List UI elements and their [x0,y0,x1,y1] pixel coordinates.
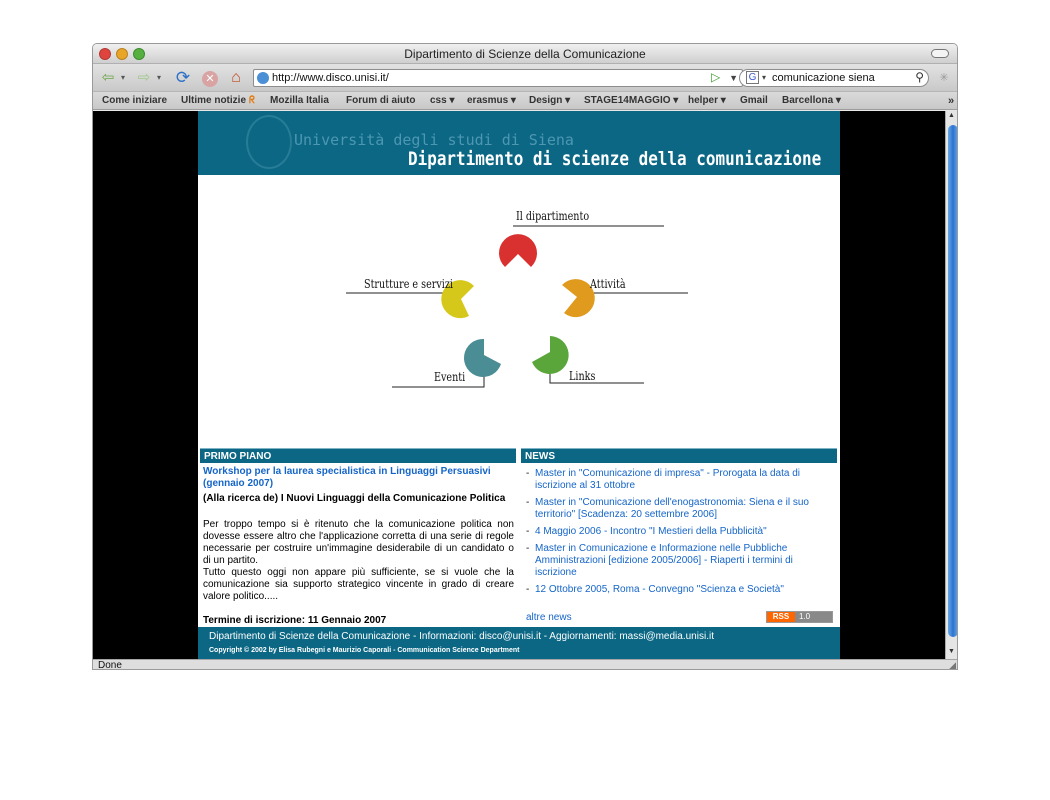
bookmark-ultime-notizie[interactable]: Ultime notizie [181,92,246,110]
primo-piano-panel: PRIMO PIANO Workshop per la laurea speci… [200,448,516,627]
scroll-up-arrow-icon[interactable]: ▲ [948,112,955,119]
rss-feed-badge[interactable]: RSS 1.0 [766,611,833,623]
toolbar-toggle-button[interactable] [931,49,949,58]
primo-piano-heading: PRIMO PIANO [200,448,516,463]
back-history-dropdown-icon[interactable]: ▾ [119,69,127,87]
search-field[interactable]: G ▾ comunicazione siena ⚲ [739,69,929,87]
primo-piano-body-2: Tutto questo oggi non appare più suffici… [203,567,514,602]
university-name: Università degli studi di Siena [294,131,574,149]
google-search-engine-icon[interactable]: G [746,71,759,84]
menu-link-dipartimento[interactable]: Il dipartimento [516,209,589,223]
go-icon[interactable]: ▷ [711,70,727,86]
altre-news-link[interactable]: altre news [526,612,572,623]
bookmark-come-iniziare[interactable]: Come iniziare [102,92,167,110]
rss-badge-label: RSS [767,612,795,622]
resize-grip-icon[interactable]: ◢ [949,660,956,669]
bookmark-folder-stage14maggio[interactable]: STAGE14MAGGIO ▾ [584,92,678,110]
bookmark-folder-design[interactable]: Design ▾ [529,92,570,110]
footer-contacts: Dipartimento di Scienze della Comunicazi… [209,631,714,642]
bookmark-folder-css[interactable]: css ▾ [430,92,454,110]
bookmark-mozilla-italia[interactable]: Mozilla Italia [270,92,329,110]
url-field[interactable]: http://www.disco.unisi.it/ ▼ [253,69,743,87]
page-viewport: Università degli studi di Siena Dipartim… [93,111,945,659]
bookmark-folder-barcellona[interactable]: Barcellona ▾ [782,92,841,110]
primo-piano-body-1: Per troppo tempo si è ritenuto che la co… [203,519,514,566]
back-arrow-icon[interactable]: ⇦ [97,69,119,87]
forward-arrow-icon[interactable]: ⇨ [133,69,155,87]
menu-link-strutture[interactable]: Strutture e servizi [364,277,453,291]
url-dropdown-icon[interactable]: ▼ [729,70,738,86]
bookmarks-toolbar: Come iniziare Ultime notizie ᖇ Mozilla I… [93,92,957,110]
menu-link-links[interactable]: Links [569,369,595,383]
menu-link-attivita[interactable]: Attività [590,277,626,291]
university-seal-logo [246,115,292,169]
bookmarks-overflow-chevron-icon[interactable]: » [948,92,954,110]
vertical-scrollbar[interactable]: ▲ ▼ [945,111,957,659]
rss-badge-version: 1.0 [795,612,832,622]
news-item[interactable]: Master in "Comunicazione dell'enogastron… [521,497,837,521]
news-list: Master in "Comunicazione di impresa" - P… [521,468,837,596]
news-item[interactable]: 4 Maggio 2006 - Incontro "I Mestieri del… [521,526,837,538]
scrollbar-thumb[interactable] [948,125,957,637]
news-item[interactable]: Master in "Comunicazione di impresa" - P… [521,468,837,492]
browser-window: Dipartimento di Scienze della Comunicazi… [92,43,958,670]
pie-icon-links[interactable] [532,336,569,374]
reload-icon[interactable]: ⟳ [173,69,193,87]
primo-piano-subtitle: (Alla ricerca de) I Nuovi Linguaggi dell… [203,493,506,504]
site-banner: Università degli studi di Siena Dipartim… [198,111,840,175]
stop-icon[interactable]: ✕ [201,69,219,87]
pie-icon-dipartimento[interactable] [499,234,537,267]
status-bar: Done ◢ [93,659,957,670]
web-page: Università degli studi di Siena Dipartim… [198,111,840,659]
department-title: Dipartimento di scienze della comunicazi… [408,148,822,170]
search-icon[interactable]: ⚲ [915,69,924,85]
news-item[interactable]: 12 Ottobre 2005, Roma - Convegno "Scienz… [521,584,837,596]
primo-piano-deadline: Termine di iscrizione: 11 Gennaio 2007 [203,615,387,626]
search-engine-dropdown-icon[interactable]: ▾ [762,70,766,86]
rss-feed-icon: ᖇ [249,95,255,106]
scroll-down-arrow-icon[interactable]: ▼ [948,648,955,655]
navigation-toolbar: ⇦ ▾ ⇨ ▾ ⟳ ✕ ⌂ http://www.disco.unisi.it/… [93,64,957,92]
site-globe-icon [257,72,269,84]
primo-piano-link[interactable]: Workshop per la laurea specialistica in … [203,466,514,490]
title-bar: Dipartimento di Scienze della Comunicazi… [93,44,957,64]
page-footer: Dipartimento di Scienze della Comunicazi… [198,627,840,659]
bookmark-folder-helper[interactable]: helper ▾ [688,92,726,110]
search-text: comunicazione siena [772,72,875,84]
bookmark-folder-erasmus[interactable]: erasmus ▾ [467,92,516,110]
bookmark-gmail[interactable]: Gmail [740,92,768,110]
url-text: http://www.disco.unisi.it/ [272,72,389,84]
news-panel: NEWS Master in "Comunicazione di impresa… [521,448,837,596]
window-title: Dipartimento di Scienze della Comunicazi… [404,47,646,61]
news-heading: NEWS [521,448,837,463]
bookmark-forum-di-aiuto[interactable]: Forum di aiuto [346,92,415,110]
footer-copyright: Copyright © 2002 by Elisa Rubegni e Maur… [209,647,520,654]
pie-icon-eventi[interactable] [463,338,501,377]
home-icon[interactable]: ⌂ [225,69,247,87]
news-item[interactable]: Master in Comunicazione e Informazione n… [521,543,837,579]
activity-spinner-icon: ✳ [939,72,949,84]
forward-history-dropdown-icon[interactable]: ▾ [155,69,163,87]
menu-link-eventi[interactable]: Eventi [434,370,465,384]
status-text: Done [98,660,122,670]
